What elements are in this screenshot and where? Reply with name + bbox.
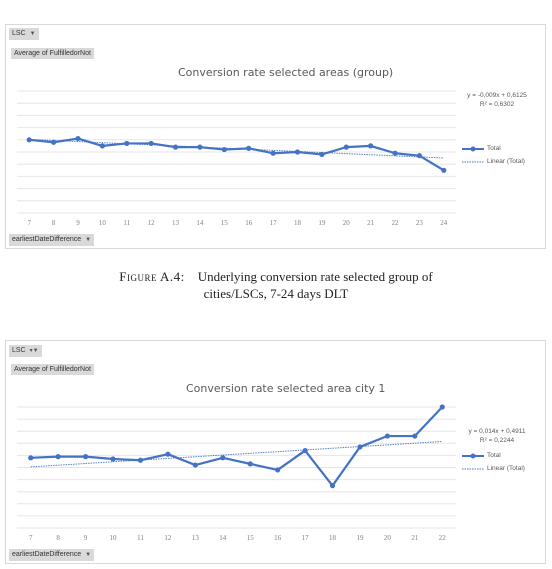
x-tick-label: 9 [76,219,80,227]
series-line-total [29,137,445,172]
x-tick-label: 14 [219,534,227,542]
x-tick-label: 15 [247,534,255,542]
x-tick-label: 7 [27,219,31,227]
x-tick-label: 23 [416,219,424,227]
data-point [148,140,154,147]
axis-field-button[interactable]: earliestDateDifference ▼ [9,549,95,561]
x-tick-label: 17 [270,219,278,227]
x-tick-label: 16 [245,219,253,227]
caption-line-2: cities/LSCs, 7-24 days DLT [203,286,349,301]
x-tick-label: 22 [439,534,447,542]
x-tick-label: 15 [221,219,229,227]
data-point [221,146,227,153]
data-point [439,404,445,410]
data-point [416,153,423,159]
axis-field-label: earliestDateDifference [12,551,82,558]
data-point [302,447,308,454]
x-tick-label: 14 [196,219,204,227]
x-tick-label: 20 [343,219,351,227]
data-point [99,143,105,149]
x-tick-label: 21 [411,534,419,542]
figure-caption: Figure A.4: Underlying conversion rate s… [0,268,552,302]
data-point [319,151,325,158]
data-point [343,144,349,150]
data-point [75,135,81,142]
x-tick-label: 11 [123,219,130,227]
chart-panel-city1: LSC ▾▼ Average of FulfilledorNot Conversi… [5,340,546,564]
data-point [392,150,398,156]
data-point [137,457,144,463]
x-tick-label: 17 [302,534,310,542]
figure-label: Figure A.4: [119,269,185,284]
data-point [247,461,253,467]
x-tick-label: 13 [172,219,180,227]
data-point [197,144,203,150]
data-point [26,137,32,143]
data-point [270,150,276,156]
caption-line-1: Underlying conversion rate selected grou… [197,269,433,284]
x-tick-label: 10 [110,534,118,542]
dropdown-arrow-icon: ▼ [85,552,92,558]
x-tick-label: 13 [192,534,200,542]
x-tick-label: 10 [99,219,107,227]
data-point [441,167,447,173]
data-point [192,462,198,468]
data-point [110,456,116,462]
x-tick-label: 22 [392,219,400,227]
data-point [220,455,226,461]
x-tick-label: 12 [148,219,156,227]
x-tick-label: 24 [440,219,448,227]
data-point [357,444,363,450]
plot-area: 7 8 9 10 11 12 13 14 15 16 17 18 19 20 21 22 [17,404,456,542]
x-tick-label: 7 [29,534,33,542]
plot-area: 7 8 9 10 11 12 13 14 15 16 17 18 19 20 21 22 23 24 [17,90,456,227]
data-point [124,140,130,147]
x-tick-label: 11 [137,534,144,542]
dropdown-arrow-icon: ▼ [85,237,92,243]
data-point [384,433,391,439]
x-tick-label: 8 [52,219,56,227]
data-point [368,143,374,149]
x-tick-label: 19 [318,219,326,227]
data-point [412,433,418,439]
x-tick-label: 8 [56,534,60,542]
x-tick-label: 16 [274,534,282,542]
data-point [28,455,34,461]
data-point [275,467,281,473]
data-point [50,139,57,145]
data-point [172,144,179,150]
x-tick-label: 21 [367,219,375,227]
axis-field-label: earliestDateDifference [12,236,82,243]
axis-field-button[interactable]: earliestDateDifference ▼ [9,234,95,246]
data-point [246,145,252,151]
chart-panel-group: LSC ▼ Average of FulfilledorNot Conversio… [5,24,546,249]
x-tick-label: 12 [164,534,172,542]
x-tick-label: 19 [356,534,364,542]
data-point [165,451,171,457]
x-tick-label: 9 [84,534,88,542]
x-tick-label: 18 [294,219,302,227]
data-point [329,483,336,489]
data-point [55,454,61,460]
x-tick-label: 20 [384,534,392,542]
data-point [294,149,301,155]
trendline [30,440,443,468]
x-tick-label: 18 [329,534,337,542]
data-point [82,454,89,460]
